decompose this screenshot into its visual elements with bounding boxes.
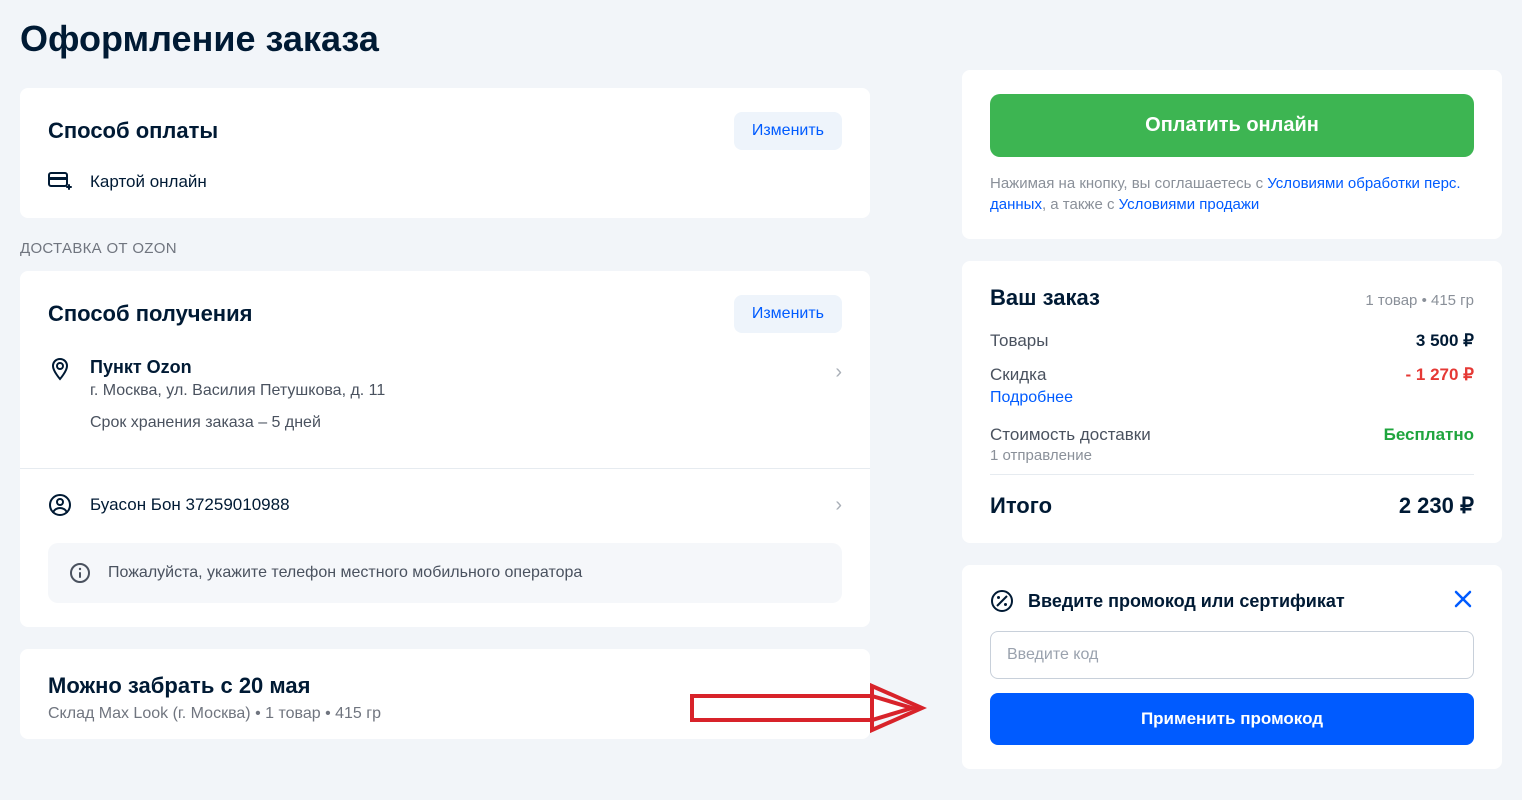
items-value: 3 500 xyxy=(1416,331,1474,351)
total-label: Итого xyxy=(990,493,1052,519)
recipient-name: Буасон Бон 37259010988 xyxy=(90,495,290,515)
order-summary-meta: 1 товар • 415 гр xyxy=(1365,292,1474,309)
pickup-availability-card: Можно забрать с 20 мая Склад Max Look (г… xyxy=(20,649,870,739)
terms-sale-link[interactable]: Условиями продажи xyxy=(1119,196,1260,213)
payment-section-title: Способ оплаты xyxy=(48,118,218,144)
percent-icon xyxy=(990,589,1014,613)
phone-warning-box: Пожалуйста, укажите телефон местного моб… xyxy=(48,543,842,603)
recipient-row[interactable]: Буасон Бон 37259010988 › xyxy=(48,487,842,523)
payment-method-card: Способ оплаты Изменить Картой онлайн xyxy=(20,88,870,218)
shipping-label: Стоимость доставки xyxy=(990,425,1151,445)
page-title: Оформление заказа xyxy=(20,18,870,60)
chevron-right-icon: › xyxy=(835,494,842,517)
delivery-group-label: ДОСТАВКА ОТ OZON xyxy=(20,240,870,257)
promo-code-input[interactable] xyxy=(990,631,1474,679)
pickup-point-address: г. Москва, ул. Василия Петушкова, д. 11 xyxy=(90,382,842,400)
pickup-date-sub: Склад Max Look (г. Москва) • 1 товар • 4… xyxy=(48,705,842,723)
close-icon[interactable] xyxy=(1452,588,1474,615)
pickup-point-row[interactable]: Пункт Ozon г. Москва, ул. Василия Петушк… xyxy=(48,353,842,450)
pickup-date-title: Можно забрать с 20 мая xyxy=(48,673,842,699)
discount-label: Скидка xyxy=(990,365,1046,385)
promo-title: Введите промокод или сертификат xyxy=(1028,591,1345,612)
chevron-right-icon: › xyxy=(835,361,842,384)
change-payment-button[interactable]: Изменить xyxy=(734,112,842,150)
apply-promo-button[interactable]: Применить промокод xyxy=(990,693,1474,745)
change-delivery-button[interactable]: Изменить xyxy=(734,295,842,333)
agreement-text: Нажимая на кнопку, вы соглашаетесь с Усл… xyxy=(990,173,1474,215)
pay-online-button[interactable]: Оплатить онлайн xyxy=(990,94,1474,157)
discount-more-link[interactable]: Подробнее xyxy=(990,389,1073,406)
total-value: 2 230 xyxy=(1399,493,1474,519)
shipping-sub: 1 отправление xyxy=(990,447,1474,464)
discount-value: - 1 270 xyxy=(1406,365,1474,385)
pickup-point-title: Пункт Ozon xyxy=(90,357,842,378)
shipping-value: Бесплатно xyxy=(1384,425,1474,445)
phone-warning-text: Пожалуйста, укажите телефон местного моб… xyxy=(108,564,582,582)
order-summary-title: Ваш заказ xyxy=(990,285,1100,311)
payment-method-label: Картой онлайн xyxy=(90,172,207,192)
payment-action-card: Оплатить онлайн Нажимая на кнопку, вы со… xyxy=(962,70,1502,239)
card-icon xyxy=(48,170,72,194)
delivery-section-title: Способ получения xyxy=(48,301,252,327)
promo-card: Введите промокод или сертификат Применит… xyxy=(962,565,1502,769)
items-label: Товары xyxy=(990,331,1048,351)
delivery-method-card: Способ получения Изменить Пункт Ozon г. … xyxy=(20,271,870,627)
location-pin-icon xyxy=(48,357,72,381)
person-icon xyxy=(48,493,72,517)
info-icon xyxy=(68,561,92,585)
order-summary-card: Ваш заказ 1 товар • 415 гр Товары 3 500 … xyxy=(962,261,1502,543)
pickup-storage-text: Срок хранения заказа – 5 дней xyxy=(90,414,842,432)
